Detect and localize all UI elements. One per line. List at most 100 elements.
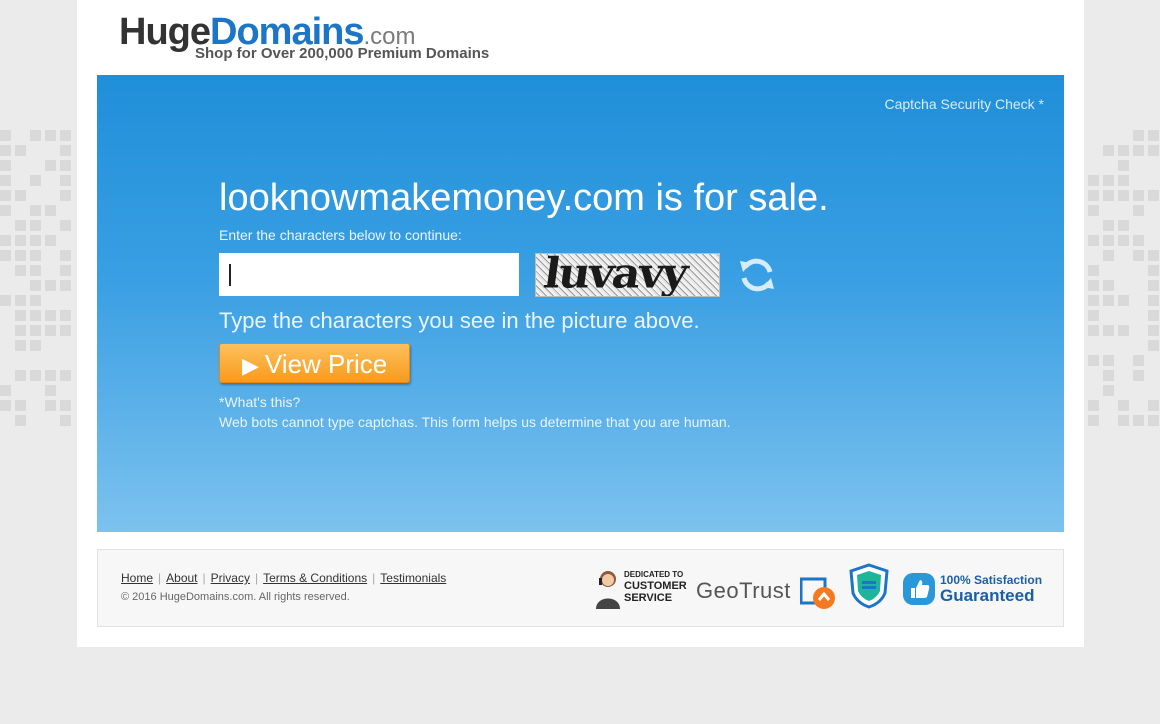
background-square — [60, 250, 71, 261]
background-square — [1148, 400, 1159, 411]
background-square — [0, 160, 11, 171]
background-square — [45, 400, 56, 411]
copyright: © 2016 HugeDomains.com. All rights reser… — [121, 591, 350, 603]
background-square — [1133, 355, 1144, 366]
background-square — [1148, 130, 1159, 141]
background-square — [1133, 250, 1144, 261]
customer-service-text: DEDICATED TO CUSTOMER SERVICE — [624, 570, 687, 604]
background-square — [15, 235, 26, 246]
background-square — [30, 130, 41, 141]
background-square — [15, 340, 26, 351]
background-square — [1088, 235, 1099, 246]
captcha-explanation: Web bots cannot type captchas. This form… — [219, 414, 731, 430]
background-square — [15, 325, 26, 336]
background-square — [1088, 295, 1099, 306]
background-square — [1148, 325, 1159, 336]
background-square — [1088, 175, 1099, 186]
background-square — [15, 220, 26, 231]
background-square — [60, 265, 71, 276]
background-square — [30, 205, 41, 216]
background-square — [15, 190, 26, 201]
footer-link-home[interactable]: Home — [121, 571, 153, 585]
background-square — [1148, 295, 1159, 306]
footer-separator: | — [372, 571, 376, 585]
footer-link-privacy[interactable]: Privacy — [211, 571, 250, 585]
background-square — [1103, 355, 1114, 366]
background-square — [1148, 145, 1159, 156]
refresh-captcha-button[interactable] — [737, 255, 777, 295]
background-square — [1088, 355, 1099, 366]
background-square — [0, 400, 11, 411]
background-square — [1118, 415, 1129, 426]
background-square — [60, 415, 71, 426]
background-square — [1103, 295, 1114, 306]
footer-link-testimonials[interactable]: Testimonials — [380, 571, 446, 585]
background-square — [30, 220, 41, 231]
background-square — [30, 310, 41, 321]
captcha-input[interactable] — [219, 253, 519, 296]
view-price-button[interactable]: ▶ View Price — [219, 343, 410, 383]
background-square — [0, 235, 11, 246]
background-square — [60, 220, 71, 231]
background-square — [60, 160, 71, 171]
background-square — [60, 145, 71, 156]
background-square — [1148, 265, 1159, 276]
background-square — [1103, 385, 1114, 396]
whats-this-label: *What's this? — [219, 394, 301, 410]
background-square — [30, 235, 41, 246]
background-square — [1133, 415, 1144, 426]
background-square — [1088, 190, 1099, 201]
customer-service-badge: DEDICATED TO CUSTOMER SERVICE — [594, 567, 687, 609]
background-square — [30, 265, 41, 276]
satisfaction-guaranteed-badge: 100% Satisfaction Guaranteed — [902, 572, 1048, 606]
background-square — [1148, 415, 1159, 426]
security-shield-badge — [848, 563, 890, 609]
background-square — [60, 310, 71, 321]
footer-links: Home | About | Privacy | Terms & Conditions | Te… — [121, 571, 446, 585]
background-square — [1148, 310, 1159, 321]
background-square — [1118, 400, 1129, 411]
background-square — [1103, 145, 1114, 156]
footer-separator: | — [158, 571, 162, 585]
background-square — [1088, 325, 1099, 336]
background-square — [0, 295, 11, 306]
refresh-icon — [740, 258, 774, 292]
background-square — [15, 370, 26, 381]
background-square — [1118, 235, 1129, 246]
background-square — [1103, 190, 1114, 201]
background-square — [1118, 175, 1129, 186]
background-square — [1133, 235, 1144, 246]
captcha-image-text: luvavy — [540, 253, 690, 297]
background-square — [1148, 250, 1159, 261]
view-price-label: View Price — [264, 349, 388, 379]
cs-top-text: DEDICATED TO — [624, 570, 684, 579]
shield-icon — [849, 563, 889, 609]
captcha-image: luvavy — [535, 253, 720, 297]
footer-link-terms[interactable]: Terms & Conditions — [263, 571, 367, 585]
background-square — [30, 370, 41, 381]
background-square — [1103, 175, 1114, 186]
background-square — [0, 385, 11, 396]
background-square — [45, 205, 56, 216]
background-square — [1148, 280, 1159, 291]
background-square — [15, 250, 26, 261]
background-square — [1118, 190, 1129, 201]
background-square — [15, 145, 26, 156]
background-square — [1103, 250, 1114, 261]
background-square — [30, 340, 41, 351]
satisfaction-main-text: Guaranteed — [940, 586, 1035, 605]
background-square — [1133, 205, 1144, 216]
satisfaction-text: 100% Satisfaction Guaranteed — [940, 574, 1042, 605]
text-cursor — [229, 264, 231, 286]
site-logo[interactable]: HugeDomains.com Shop for Over 200,000 Pr… — [119, 12, 499, 67]
footer-link-about[interactable]: About — [166, 571, 197, 585]
background-square — [30, 325, 41, 336]
background-square — [1133, 370, 1144, 381]
customer-service-icon — [596, 571, 620, 609]
background-square — [1103, 220, 1114, 231]
background-square — [0, 250, 11, 261]
background-square — [1118, 325, 1129, 336]
page-title: looknowmakemoney.com is for sale. — [219, 177, 829, 219]
footer-separator: | — [254, 571, 259, 585]
background-square — [15, 400, 26, 411]
